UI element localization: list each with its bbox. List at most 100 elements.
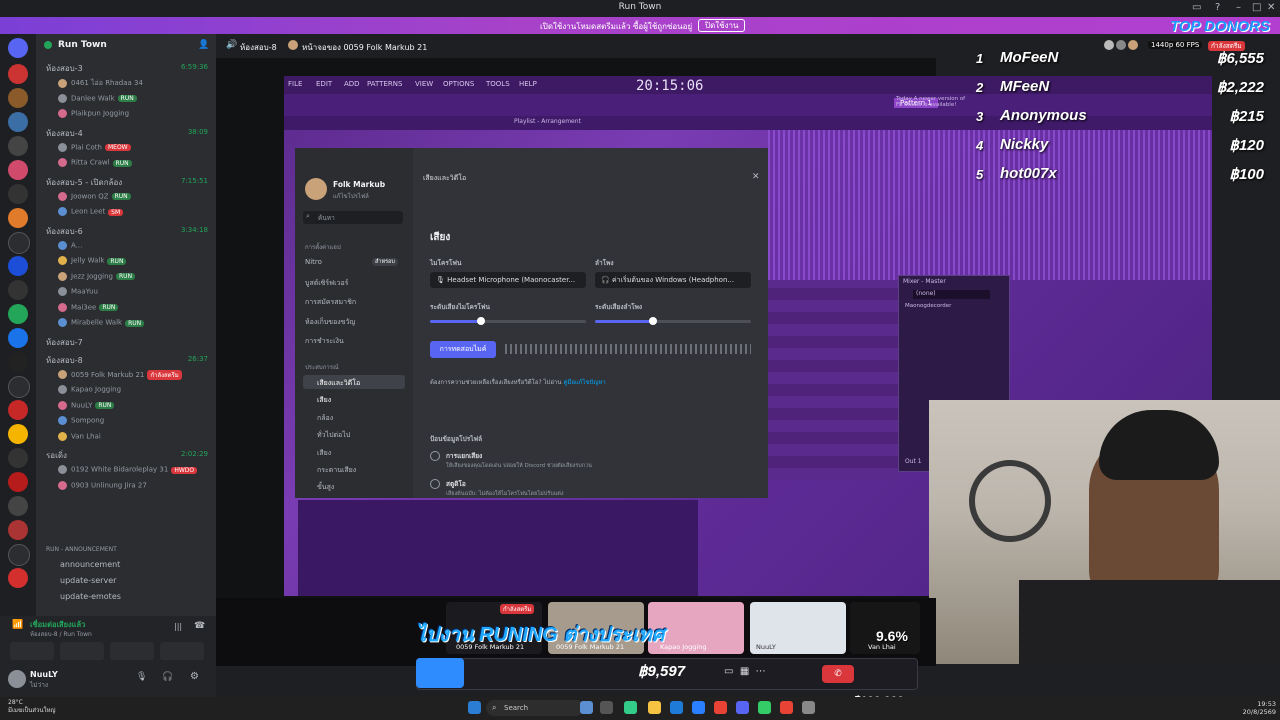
voice-member[interactable]: 0461 ไอ่อ Rhadaa 34 <box>58 78 208 92</box>
server-icon[interactable] <box>8 568 28 588</box>
video-button[interactable] <box>10 642 54 660</box>
maximize-icon[interactable]: □ <box>1252 2 1261 13</box>
voice-member[interactable]: Plai Coth MEOW <box>58 142 208 157</box>
speaker-select[interactable]: 🎧 ค่าเริ่มต้นของ Windows (Headphon... <box>595 272 751 288</box>
edit-profile-link[interactable]: แก้ไขโปรไฟล์ <box>333 191 369 201</box>
settings-subitem[interactable]: เสียง <box>317 448 331 459</box>
voice-member[interactable]: Van Lhai <box>58 431 208 446</box>
settings-item-gift-inventory[interactable]: ห้องเก็บของขวัญ <box>305 317 355 328</box>
voice-member[interactable]: Joowon QZ RUN <box>58 191 208 206</box>
start-icon[interactable] <box>468 701 481 714</box>
radio-studio[interactable] <box>430 479 440 489</box>
voice-channel[interactable]: ห้องสอบ-6 3:34:18 <box>46 225 214 239</box>
disconnect-icon[interactable]: ☎ <box>194 621 205 631</box>
disable-streamer-mode-button[interactable]: ปิดใช้งาน <box>698 19 746 32</box>
settings-search[interactable]: ⌕ ค้นหา <box>303 211 403 224</box>
slider-knob[interactable] <box>648 317 657 325</box>
voice-member[interactable]: NuuLY RUN <box>58 400 208 415</box>
app-icon[interactable] <box>624 701 637 714</box>
voice-member[interactable]: Mirabelle Walk RUN <box>58 318 208 332</box>
voice-channel[interactable]: ห้องสอบ-7 <box>46 336 214 350</box>
server-icon[interactable] <box>8 544 30 566</box>
server-icon[interactable] <box>8 400 28 420</box>
voice-member[interactable]: Ritta Crawl RUN <box>58 158 208 172</box>
mic-icon[interactable]: 🎙 <box>136 672 147 682</box>
voice-member[interactable]: Jelly Walk RUN <box>58 256 208 270</box>
more-icon[interactable]: ⋯ <box>756 666 766 677</box>
stream-quality[interactable]: 1440p 60 FPS <box>1148 41 1203 49</box>
fl-menu-item[interactable]: TOOLS <box>486 80 510 88</box>
channel-announcement[interactable]: announcement <box>60 560 228 576</box>
voice-channel[interactable]: ห้องสอบ-5 - เปิดกล้อง 7:15:51 <box>46 176 214 190</box>
server-icon[interactable] <box>8 232 30 254</box>
discord-icon[interactable] <box>736 701 749 714</box>
help-icon[interactable]: ? <box>1215 2 1220 13</box>
server-icon[interactable] <box>8 496 28 516</box>
server-icon[interactable] <box>8 160 28 180</box>
server-icon[interactable] <box>8 112 28 132</box>
noise-icon[interactable]: ||| <box>174 622 182 631</box>
voice-channel[interactable]: ห้องสอบ-4 38:09 <box>46 127 214 141</box>
fl-menu-item[interactable]: PATTERNS <box>367 80 402 88</box>
server-icon[interactable] <box>8 280 28 300</box>
voice-member[interactable]: Danlee Walk RUN <box>58 93 208 108</box>
server-icon[interactable] <box>8 136 28 156</box>
radio-voice-isolation[interactable] <box>430 451 440 461</box>
inbox-icon[interactable]: ▭ <box>1192 2 1201 13</box>
activities-button[interactable] <box>110 642 154 660</box>
voice-channel[interactable]: ห้องสอบ-3 6:59:36 <box>46 62 214 76</box>
settings-item-nitro[interactable]: Nitro <box>305 258 322 266</box>
server-icon[interactable] <box>8 520 28 540</box>
settings-subitem[interactable]: เสียง <box>317 395 331 406</box>
taskbar-clock[interactable]: 19:53 20/8/2569 <box>1228 700 1276 716</box>
server-icon[interactable] <box>8 304 28 324</box>
settings-subitem[interactable]: ขั้นสูง <box>317 482 334 493</box>
voice-member[interactable]: Sompong <box>58 416 208 430</box>
edge-icon[interactable] <box>670 701 683 714</box>
server-icon[interactable] <box>8 64 28 84</box>
voice-member[interactable]: 0192 White Bidaroleplay 31 HWDO <box>58 465 208 479</box>
voice-member[interactable]: Jezz Jogging RUN <box>58 271 208 286</box>
voice-member[interactable]: Kapao Jogging <box>58 385 208 399</box>
settings-item-voice-video[interactable]: เสียงและวิดีโอ <box>317 378 360 389</box>
screenshare-button[interactable] <box>60 642 104 660</box>
help-link[interactable]: คู่มือแก้ไขปัญหา <box>563 379 605 386</box>
fl-menu-item[interactable]: OPTIONS <box>443 80 474 88</box>
chrome-icon[interactable] <box>780 701 793 714</box>
server-name[interactable]: Run Town <box>58 40 107 50</box>
settings-item-boost[interactable]: บูสต์เซิร์ฟเวอร์ <box>305 278 348 289</box>
mixer-insert[interactable]: (none) <box>913 290 990 299</box>
server-icon[interactable] <box>8 184 28 204</box>
voice-location[interactable]: ห้องสอบ-8 / Run Town <box>30 629 92 639</box>
voice-member[interactable]: 0059 Folk Markub 21 กำลังสตรีม <box>58 369 208 384</box>
close-icon[interactable]: ✕ <box>1267 2 1275 13</box>
voice-member[interactable]: MaaYuu <box>58 287 208 301</box>
settings-subitem[interactable]: ทั่วไปต่อไป <box>317 430 350 441</box>
server-icon[interactable] <box>8 352 28 372</box>
fl-menu-item[interactable]: FILE <box>288 80 302 88</box>
fl-menu-item[interactable]: VIEW <box>415 80 433 88</box>
grid-icon[interactable]: ▦ <box>740 666 749 677</box>
weather-widget[interactable]: 28°C มีเมฆเป็นส่วนใหญ่ <box>8 699 56 715</box>
app-icon[interactable] <box>580 701 593 714</box>
app-icon[interactable] <box>758 701 771 714</box>
fl-menu-item[interactable]: EDIT <box>316 80 332 88</box>
server-icon[interactable] <box>8 208 28 228</box>
voice-member[interactable]: Mai3ee RUN <box>58 302 208 317</box>
mic-select[interactable]: 🎙 Headset Microphone (Maonocaster... <box>430 272 586 288</box>
server-icon[interactable] <box>8 328 28 348</box>
minimize-icon[interactable]: – <box>1236 2 1241 13</box>
username[interactable]: NuuLY <box>30 670 58 679</box>
voice-channel[interactable]: รอเดิ่ง 2:02:29 <box>46 449 214 463</box>
avatar[interactable] <box>8 670 26 688</box>
speaker-volume-slider[interactable] <box>595 317 751 325</box>
mixer-output[interactable]: Out 1 <box>905 458 922 465</box>
leave-call-button[interactable]: ✆ <box>822 665 854 683</box>
close-icon[interactable]: ✕ <box>752 172 760 182</box>
mic-test-button[interactable]: การทดสอบไมค์ <box>430 341 496 358</box>
settings-subitem[interactable]: กล้อง <box>317 413 333 424</box>
channel-update-server[interactable]: update-server <box>60 576 228 592</box>
app-icon[interactable] <box>692 701 705 714</box>
settings-item-subscriptions[interactable]: การสมัครสมาชิก <box>305 297 356 308</box>
add-member-icon[interactable]: 👤 <box>198 40 209 50</box>
